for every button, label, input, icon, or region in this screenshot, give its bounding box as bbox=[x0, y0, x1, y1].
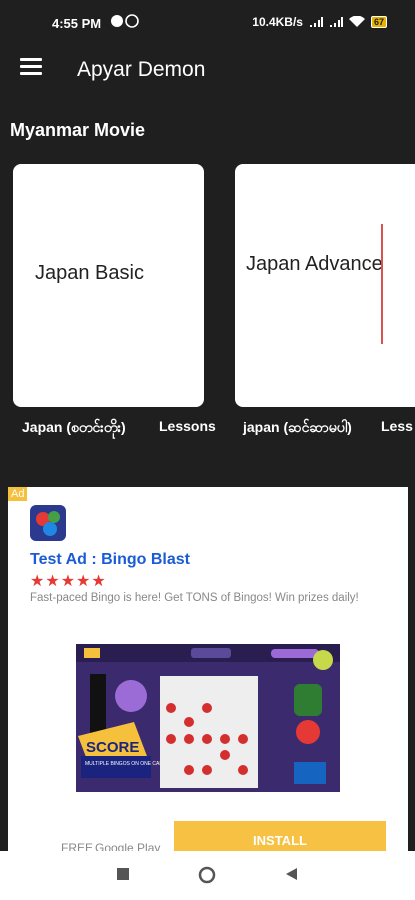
ad-description: Fast-paced Bingo is here! Get TONS of Bi… bbox=[30, 592, 359, 604]
section-title: Myanmar Movie bbox=[10, 120, 146, 140]
card-image-text: Japan Advance bbox=[246, 253, 383, 275]
back-triangle-icon[interactable] bbox=[284, 867, 298, 881]
card-label-suffix: Lessons bbox=[159, 418, 216, 434]
movie-card-japan-basic[interactable]: Japan Basic bbox=[13, 164, 204, 407]
notification-icon bbox=[111, 14, 139, 28]
home-circle-icon[interactable] bbox=[198, 866, 216, 884]
signal-icon-2 bbox=[329, 16, 343, 27]
battery-icon: 67 bbox=[370, 16, 387, 28]
card-image-text: Japan Basic bbox=[35, 262, 144, 284]
ad-banner-image[interactable]: SCORE MULTIPLE BINGOS ON ONE CARD! bbox=[76, 644, 340, 792]
system-nav-bar bbox=[0, 851, 415, 900]
svg-text:SCORE: SCORE bbox=[86, 739, 139, 756]
wifi-icon bbox=[348, 16, 365, 27]
signal-icon bbox=[309, 16, 323, 27]
status-bar: 4:55 PM 10.4KB/s 67 bbox=[0, 0, 415, 46]
bingo-app-icon bbox=[30, 505, 66, 541]
status-right: 10.4KB/s 67 bbox=[252, 15, 387, 29]
bingo-game-illustration: SCORE MULTIPLE BINGOS ON ONE CARD! bbox=[76, 644, 340, 792]
ad-title-link[interactable]: Test Ad : Bingo Blast bbox=[30, 551, 190, 569]
status-time: 4:55 PM bbox=[52, 16, 102, 31]
card-label-suffix: Less bbox=[381, 418, 413, 434]
ad-badge: Ad bbox=[8, 487, 28, 501]
app-bar: Apyar Demon bbox=[0, 46, 415, 94]
status-app-icons bbox=[110, 14, 144, 31]
network-speed: 10.4KB/s bbox=[252, 15, 303, 29]
card-label: Japan (စတင်းတိုး) bbox=[22, 419, 126, 435]
hamburger-menu-icon[interactable] bbox=[20, 58, 42, 76]
ad-banner[interactable]: Ad Test Ad : Bingo Blast ★★★★★ Fast-pace… bbox=[8, 487, 408, 857]
app-title: Apyar Demon bbox=[77, 58, 206, 81]
card-decoration bbox=[381, 224, 383, 344]
rating-stars: ★★★★★ bbox=[30, 573, 107, 590]
movie-card-japan-advance[interactable]: Japan Advance bbox=[235, 164, 415, 407]
card-label: japan (ဆင်ဆာမပါ) bbox=[243, 419, 352, 435]
recents-square-icon[interactable] bbox=[116, 867, 130, 881]
svg-text:MULTIPLE BINGOS ON ONE CARD!: MULTIPLE BINGOS ON ONE CARD! bbox=[85, 761, 168, 767]
